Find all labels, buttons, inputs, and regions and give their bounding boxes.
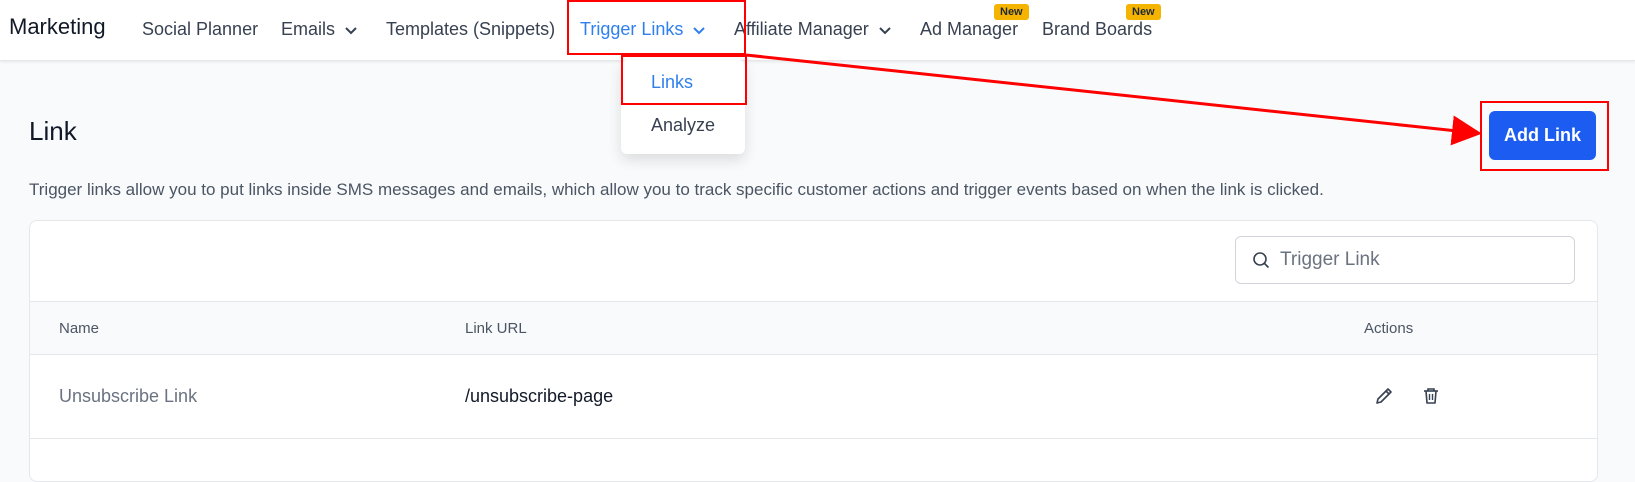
column-header-name[interactable]: Name bbox=[59, 320, 99, 337]
edit-icon bbox=[1376, 388, 1392, 404]
arrow-icon bbox=[745, 53, 1482, 146]
dropdown-item-analyze[interactable]: Analyze bbox=[651, 115, 715, 136]
nav-label: Templates (Snippets) bbox=[386, 19, 556, 39]
links-table-card: Name Link URL Actions Unsubscribe Link /… bbox=[29, 220, 1598, 482]
nav-brand-boards[interactable]: Brand Boards bbox=[1042, 19, 1152, 40]
nav-label: Brand Boards bbox=[1042, 19, 1153, 39]
annotation-box-links bbox=[621, 55, 747, 105]
page-description: Trigger links allow you to put links ins… bbox=[29, 180, 1324, 199]
row-name: Unsubscribe Link bbox=[59, 386, 198, 406]
nav-affiliate-manager[interactable]: Affiliate Manager bbox=[734, 19, 893, 40]
table-row: Unsubscribe Link /unsubscribe-page bbox=[30, 354, 1597, 439]
annotation-box-add-link bbox=[1480, 101, 1609, 171]
nav-label: Ad Manager bbox=[920, 19, 1019, 39]
column-header-link-url[interactable]: Link URL bbox=[465, 320, 527, 337]
new-badge: New bbox=[994, 4, 1029, 20]
nav-label: Affiliate Manager bbox=[734, 19, 869, 39]
nav-label: Emails bbox=[281, 19, 336, 39]
edit-button[interactable] bbox=[1372, 384, 1396, 408]
chevron-down-icon bbox=[879, 26, 891, 34]
nav-label: Social Planner bbox=[142, 19, 259, 39]
chevron-down-icon bbox=[345, 26, 357, 34]
nav-ad-manager[interactable]: Ad Manager bbox=[920, 19, 1018, 40]
trash-icon bbox=[1424, 388, 1438, 404]
nav-emails[interactable]: Emails bbox=[281, 19, 359, 40]
page-title: Link bbox=[29, 116, 77, 146]
nav-social-planner[interactable]: Social Planner bbox=[142, 19, 258, 40]
search-input[interactable] bbox=[1278, 248, 1572, 272]
annotation-box-trigger-links bbox=[567, 0, 746, 55]
new-badge: New bbox=[1126, 4, 1161, 20]
search-icon bbox=[1253, 252, 1270, 269]
app-title: Marketing bbox=[9, 14, 106, 39]
delete-button[interactable] bbox=[1419, 384, 1443, 408]
top-nav-bar: Marketing Social Planner Emails Template… bbox=[0, 0, 1635, 61]
column-header-actions: Actions bbox=[1364, 320, 1414, 337]
table-header: Name Link URL Actions bbox=[30, 301, 1597, 355]
search-box[interactable] bbox=[1235, 236, 1575, 284]
row-link-url: /unsubscribe-page bbox=[465, 386, 614, 406]
nav-templates-snippets[interactable]: Templates (Snippets) bbox=[386, 19, 555, 40]
